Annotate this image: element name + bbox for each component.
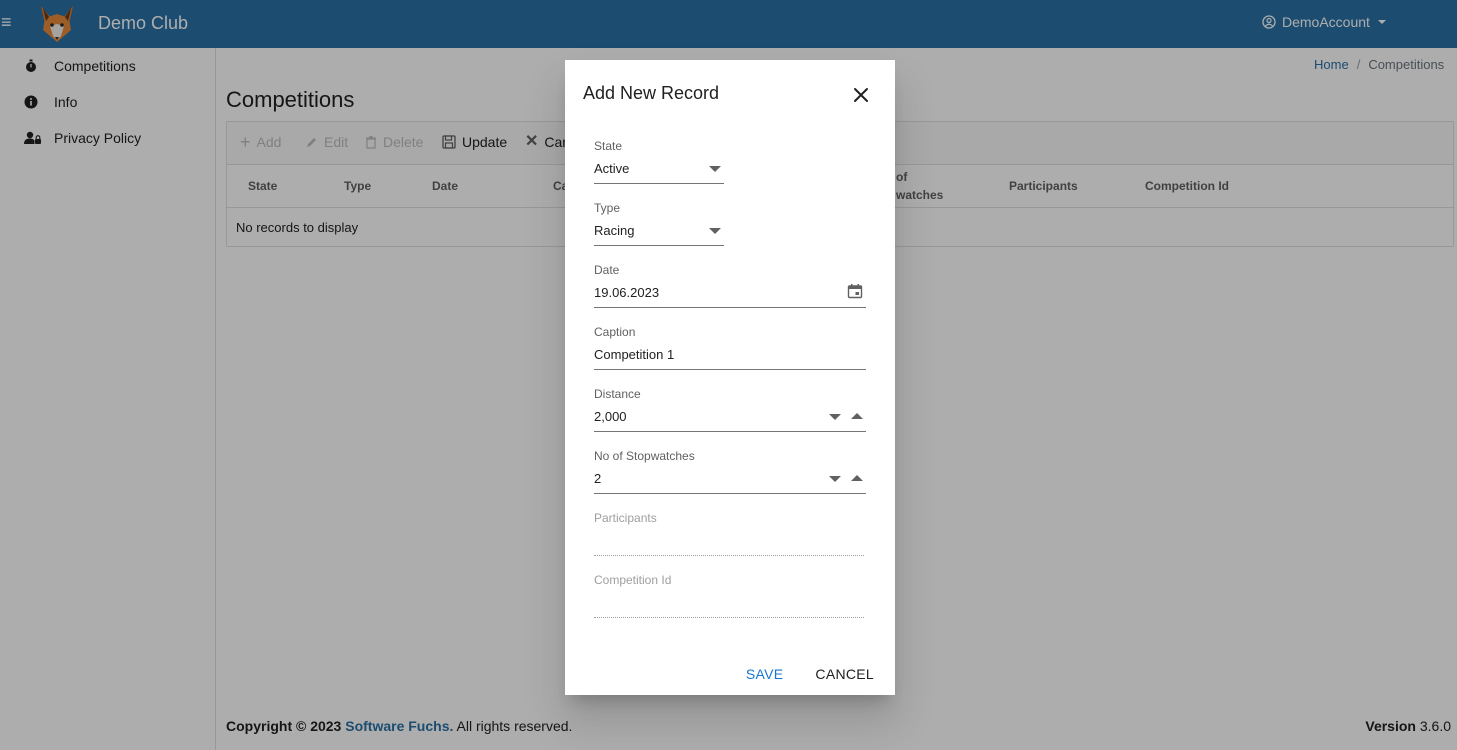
competition-id-label: Competition Id <box>594 573 672 587</box>
state-label: State <box>594 139 623 153</box>
competition-id-input <box>594 595 864 618</box>
participants-field: Participants <box>594 511 864 556</box>
add-record-dialog: Add New Record State Active Type Racing … <box>565 60 895 695</box>
cancel-button[interactable]: CANCEL <box>815 666 874 682</box>
stopwatches-value: 2 <box>594 471 602 486</box>
caption-label: Caption <box>594 325 636 339</box>
increment-arrow-icon[interactable] <box>851 475 863 481</box>
save-button[interactable]: SAVE <box>746 666 784 682</box>
state-value: Active <box>594 161 630 176</box>
type-select[interactable]: Racing <box>594 223 724 246</box>
state-select[interactable]: Active <box>594 161 724 184</box>
type-field: Type Racing <box>594 201 724 246</box>
stopwatches-label: No of Stopwatches <box>594 449 695 463</box>
type-label: Type <box>594 201 621 215</box>
competition-id-field: Competition Id <box>594 573 864 618</box>
close-icon[interactable] <box>853 87 869 103</box>
dialog-title: Add New Record <box>583 83 720 103</box>
calendar-icon[interactable] <box>847 283 863 299</box>
distance-input[interactable]: 2,000 <box>594 409 866 432</box>
participants-label: Participants <box>594 511 657 525</box>
caption-field: Caption Competition 1 <box>594 325 866 370</box>
decrement-arrow-icon[interactable] <box>829 414 841 420</box>
caption-input[interactable]: Competition 1 <box>594 347 866 370</box>
participants-input <box>594 533 864 556</box>
decrement-arrow-icon[interactable] <box>829 476 841 482</box>
distance-value: 2,000 <box>594 409 627 424</box>
type-value: Racing <box>594 223 635 238</box>
state-field: State Active <box>594 139 724 184</box>
distance-label: Distance <box>594 387 641 401</box>
distance-field: Distance 2,000 <box>594 387 866 432</box>
increment-arrow-icon[interactable] <box>851 413 863 419</box>
date-input[interactable]: 19.06.2023 <box>594 283 866 308</box>
stopwatches-field: No of Stopwatches 2 <box>594 449 866 494</box>
date-value: 19.06.2023 <box>594 285 660 300</box>
date-label: Date <box>594 263 620 277</box>
dialog-actions: SAVE CANCEL <box>746 666 874 682</box>
caption-value: Competition 1 <box>594 347 675 362</box>
dropdown-arrow-icon[interactable] <box>709 166 721 172</box>
date-field: Date 19.06.2023 <box>594 263 866 308</box>
dropdown-arrow-icon[interactable] <box>709 228 721 234</box>
stopwatches-input[interactable]: 2 <box>594 471 866 494</box>
